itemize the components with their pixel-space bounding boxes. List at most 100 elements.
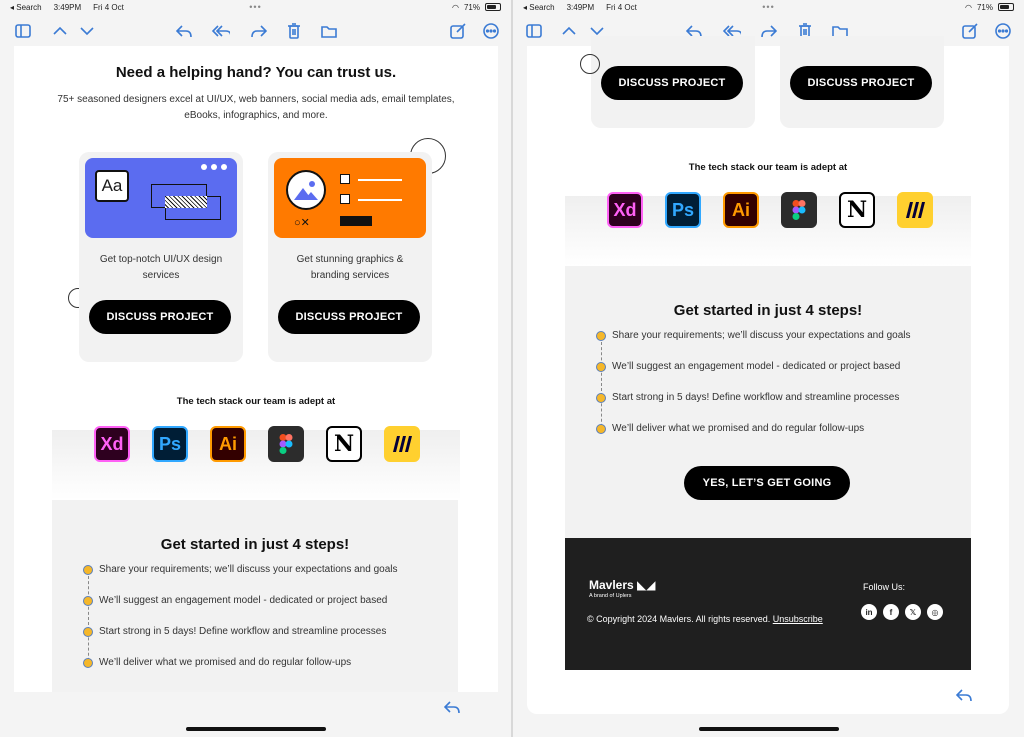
mail-toolbar: [513, 16, 1024, 46]
step-text: We’ll deliver what we promised and do re…: [99, 657, 352, 668]
home-indicator[interactable]: [185, 727, 326, 731]
hero-subtitle: 75+ seasoned designers excel at UI/UX, w…: [57, 94, 455, 121]
step-item: Start strong in 5 days! Define workflow …: [83, 626, 386, 637]
email-footer: Mavlers ◣◢ A brand of Uplers © Copyright…: [565, 538, 971, 670]
folder-icon[interactable]: [320, 22, 337, 40]
compose-icon[interactable]: [449, 22, 466, 40]
uiux-illustration: Aa: [85, 158, 237, 238]
forward-icon[interactable]: [250, 22, 267, 40]
step-item: Share your requirements; we’ll discuss y…: [596, 330, 911, 341]
miro-icon: [897, 192, 933, 228]
logo-mark-icon: ◣◢: [633, 578, 656, 592]
discuss-project-button[interactable]: DISCUSS PROJECT: [790, 66, 932, 100]
email-body: Need a helping hand? You can trust us. 7…: [14, 46, 498, 700]
email-body: DISCUSS PROJECT DISCUSS PROJECT The tech…: [527, 36, 1009, 714]
brand-subtitle: A brand of Uplers: [589, 593, 632, 599]
discuss-project-button[interactable]: DISCUSS PROJECT: [278, 300, 420, 334]
step-item: Start strong in 5 days! Define workflow …: [596, 392, 899, 403]
reply-icon[interactable]: [175, 22, 192, 40]
step-text: Share your requirements; we’ll discuss y…: [99, 564, 398, 575]
image-icon: [286, 170, 326, 210]
xd-icon: Xd: [94, 426, 130, 462]
chevron-down-icon[interactable]: [78, 22, 95, 40]
step-dot-icon: [83, 657, 93, 668]
follow-label: Follow Us:: [863, 582, 906, 592]
service-card-uiux: Aa Get top-notch UI/UX design services D…: [79, 152, 243, 362]
status-time: 3:49PM: [566, 2, 595, 12]
reply-all-icon[interactable]: [212, 22, 230, 40]
illustrator-icon: Ai: [210, 426, 246, 462]
graphics-illustration: ○✕: [274, 158, 426, 238]
status-bar: ◂ Search 3:49PM Fri 4 Oct ••• ◠ 71%: [513, 0, 1024, 14]
step-dot-icon: [596, 330, 606, 341]
chevron-up-icon[interactable]: [560, 22, 577, 40]
photoshop-icon: Ps: [152, 426, 188, 462]
tech-stack-row: Xd Ps Ai N: [607, 192, 933, 228]
step-text: Share your requirements; we’ll discuss y…: [612, 330, 911, 341]
x-twitter-icon[interactable]: 𝕏: [905, 604, 921, 620]
copyright: © Copyright 2024 Mavlers. All rights res…: [587, 614, 823, 624]
illustrator-icon: Ai: [723, 192, 759, 228]
copyright-text: © Copyright 2024 Mavlers. All rights res…: [587, 614, 771, 624]
decor-circle: [580, 54, 600, 74]
service-card-graphics: ○✕ Get stunning graphics & branding serv…: [268, 152, 432, 362]
battery-icon: [485, 3, 501, 11]
back-to-search[interactable]: ◂ Search: [10, 3, 42, 12]
figma-icon: [268, 426, 304, 462]
unsubscribe-link[interactable]: Unsubscribe: [773, 614, 823, 624]
step-item: We’ll deliver what we promised and do re…: [83, 657, 351, 668]
multitask-dots[interactable]: •••: [762, 2, 774, 12]
left-pane: ◂ Search 3:49PM Fri 4 Oct ••• ◠ 71% Need…: [0, 0, 511, 737]
steps-section: Get started in just 4 steps! Share your …: [52, 500, 458, 700]
step-item: We’ll suggest an engagement model - dedi…: [596, 361, 900, 372]
wifi-icon: ◠: [452, 2, 459, 12]
back-to-search[interactable]: ◂ Search: [523, 3, 555, 12]
line-shape: [358, 179, 402, 181]
miro-icon: [384, 426, 420, 462]
step-dot-icon: [596, 361, 606, 372]
chevron-up-icon[interactable]: [51, 22, 68, 40]
instagram-icon[interactable]: ◎: [927, 604, 943, 620]
service-card-graphics: DISCUSS PROJECT: [780, 36, 944, 128]
notion-icon: N: [326, 426, 362, 462]
battery-icon: [998, 3, 1014, 11]
step-text: Start strong in 5 days! Define workflow …: [612, 392, 900, 403]
step-text: We’ll suggest an engagement model - dedi…: [612, 361, 901, 372]
linkedin-icon[interactable]: in: [861, 604, 877, 620]
step-item: We’ll deliver what we promised and do re…: [596, 423, 864, 434]
xd-icon: Xd: [607, 192, 643, 228]
photoshop-icon: Ps: [665, 192, 701, 228]
reply-icon[interactable]: [443, 700, 460, 714]
card-description: Get stunning graphics & branding service…: [296, 254, 404, 281]
sidebar-toggle-icon[interactable]: [525, 22, 542, 40]
discuss-project-button[interactable]: DISCUSS PROJECT: [601, 66, 743, 100]
get-going-button[interactable]: YES, LET’S GET GOING: [684, 466, 850, 500]
status-date: Fri 4 Oct: [93, 2, 124, 12]
service-card-uiux: DISCUSS PROJECT: [591, 36, 755, 128]
forward-icon[interactable]: [761, 22, 778, 40]
more-options-icon[interactable]: [995, 22, 1012, 40]
status-bar: ◂ Search 3:49PM Fri 4 Oct ••• ◠ 71%: [0, 0, 511, 14]
wifi-icon: ◠: [965, 2, 972, 12]
hatch-pattern: [165, 196, 207, 208]
mavlers-logo[interactable]: Mavlers ◣◢ A brand of Uplers: [589, 578, 656, 599]
social-links: in f 𝕏 ◎: [861, 604, 943, 620]
bar-shape: [340, 216, 372, 226]
more-options-icon[interactable]: [482, 22, 499, 40]
notion-icon: N: [839, 192, 875, 228]
step-dot-icon: [596, 392, 606, 403]
discuss-project-button[interactable]: DISCUSS PROJECT: [89, 300, 231, 334]
step-dot-icon: [83, 626, 93, 637]
home-indicator[interactable]: [698, 727, 839, 731]
tech-stack-title: The tech stack our team is adept at: [176, 396, 336, 407]
battery-percent: 71%: [976, 2, 993, 12]
multitask-dots[interactable]: •••: [249, 2, 261, 12]
facebook-icon[interactable]: f: [883, 604, 899, 620]
trash-icon[interactable]: [285, 22, 302, 40]
reply-icon[interactable]: [955, 688, 972, 702]
card-description: Get top-notch UI/UX design services: [99, 254, 223, 281]
step-text: We’ll deliver what we promised and do re…: [612, 423, 865, 434]
compose-icon[interactable]: [961, 22, 978, 40]
sidebar-toggle-icon[interactable]: [14, 22, 31, 40]
status-date: Fri 4 Oct: [606, 2, 637, 12]
